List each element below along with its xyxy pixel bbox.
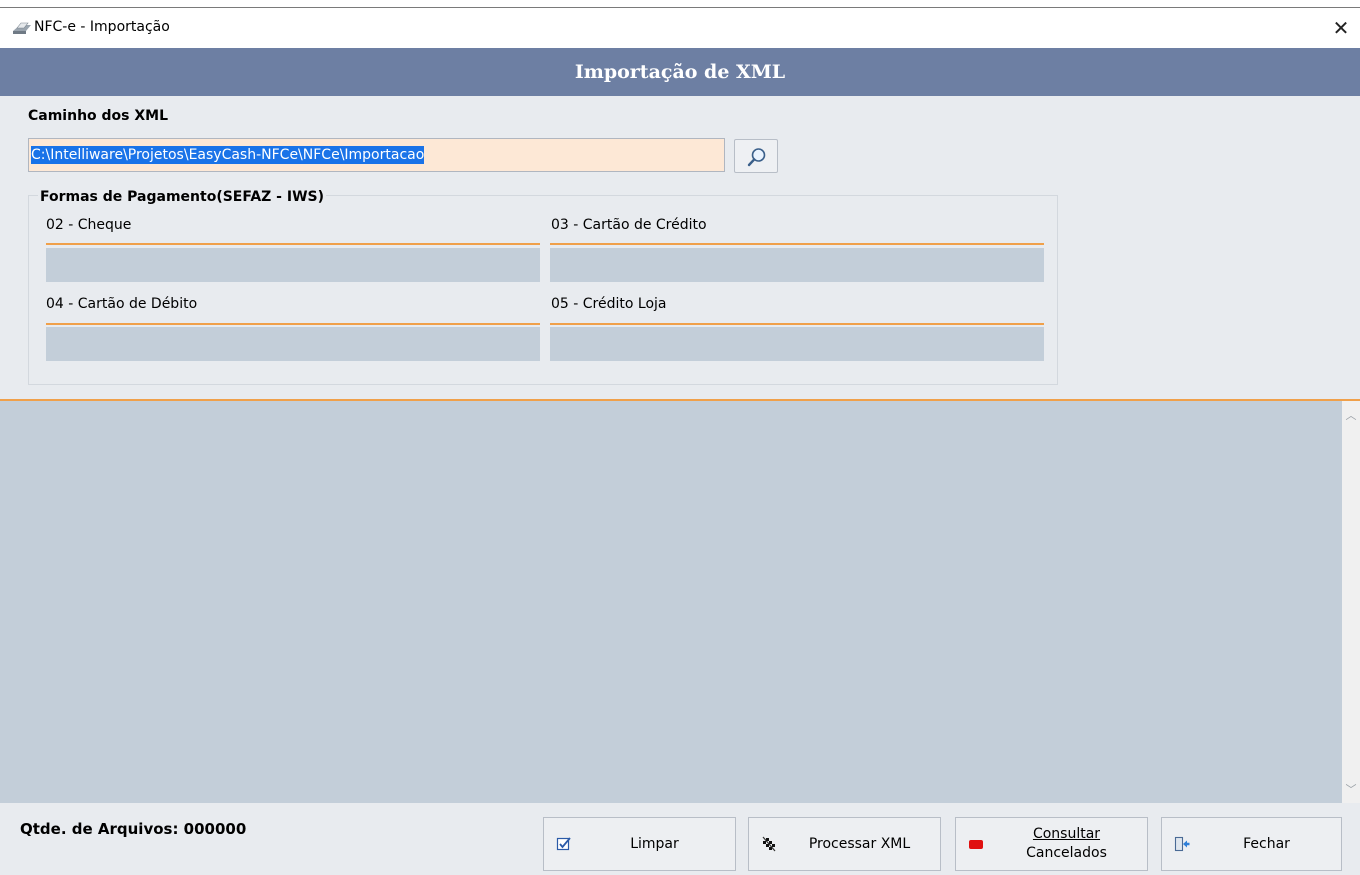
- file-count-label: Qtde. de Arquivos: 000000: [20, 820, 247, 838]
- scroll-down-icon[interactable]: ﹀: [1342, 781, 1360, 799]
- page-title: Importação de XML: [0, 48, 1360, 96]
- fechar-label: Fechar: [1243, 835, 1290, 852]
- path-input-value: C:\Intelliware\Projetos\EasyCash-NFCe\NF…: [31, 146, 425, 164]
- payment-field-credit-card[interactable]: [550, 248, 1044, 282]
- consultar-cancelados-button[interactable]: Consultar Cancelados: [955, 817, 1148, 871]
- payment-field-store-credit[interactable]: [550, 327, 1044, 361]
- payment-label-store-credit: 05 - Crédito Loja: [551, 296, 667, 312]
- payment-label-debit-card: 04 - Cartão de Débito: [46, 296, 198, 312]
- limpar-button[interactable]: Limpar: [543, 817, 736, 871]
- payment-field-cheque[interactable]: [46, 248, 540, 282]
- title-bar: NFC-e - Importação ✕: [0, 8, 1360, 48]
- exit-door-icon: [1174, 836, 1190, 852]
- payment-underline: [46, 323, 540, 325]
- payment-group-title: Formas de Pagamento(SEFAZ - IWS): [38, 189, 326, 205]
- browse-button[interactable]: [734, 139, 778, 173]
- magnifier-icon: [747, 148, 766, 167]
- consultar-cancelados-label: Consultar Cancelados: [990, 818, 1143, 870]
- import-window: NFC-e - Importação ✕ Importação de XML C…: [0, 7, 1360, 875]
- payment-label-cheque: 02 - Cheque: [46, 217, 132, 233]
- checkbox-icon: [556, 837, 571, 851]
- xml-list-area[interactable]: [0, 401, 1342, 803]
- printer-app-icon: [13, 22, 31, 34]
- path-input[interactable]: C:\Intelliware\Projetos\EasyCash-NFCe\NF…: [28, 138, 725, 172]
- consultar-line2: Cancelados: [1026, 845, 1107, 861]
- window-title: NFC-e - Importação: [34, 19, 170, 35]
- payment-underline: [46, 243, 540, 245]
- scroll-up-icon[interactable]: ︿: [1342, 407, 1360, 425]
- payment-label-credit-card: 03 - Cartão de Crédito: [551, 217, 707, 233]
- vertical-scrollbar[interactable]: ︿ ﹀: [1342, 401, 1360, 803]
- fechar-button[interactable]: Fechar: [1161, 817, 1342, 871]
- limpar-label: Limpar: [630, 835, 679, 852]
- red-card-icon: [969, 840, 983, 849]
- processar-xml-label: Processar XML: [808, 835, 911, 852]
- checkered-flag-icon: [762, 836, 776, 852]
- payment-underline: [550, 323, 1044, 325]
- path-label: Caminho dos XML: [28, 108, 169, 124]
- payment-underline: [550, 243, 1044, 245]
- processar-xml-button[interactable]: Processar XML: [748, 817, 941, 871]
- close-icon[interactable]: ✕: [1326, 14, 1356, 42]
- payment-field-debit-card[interactable]: [46, 327, 540, 361]
- consultar-line1: Consultar: [1032, 826, 1101, 842]
